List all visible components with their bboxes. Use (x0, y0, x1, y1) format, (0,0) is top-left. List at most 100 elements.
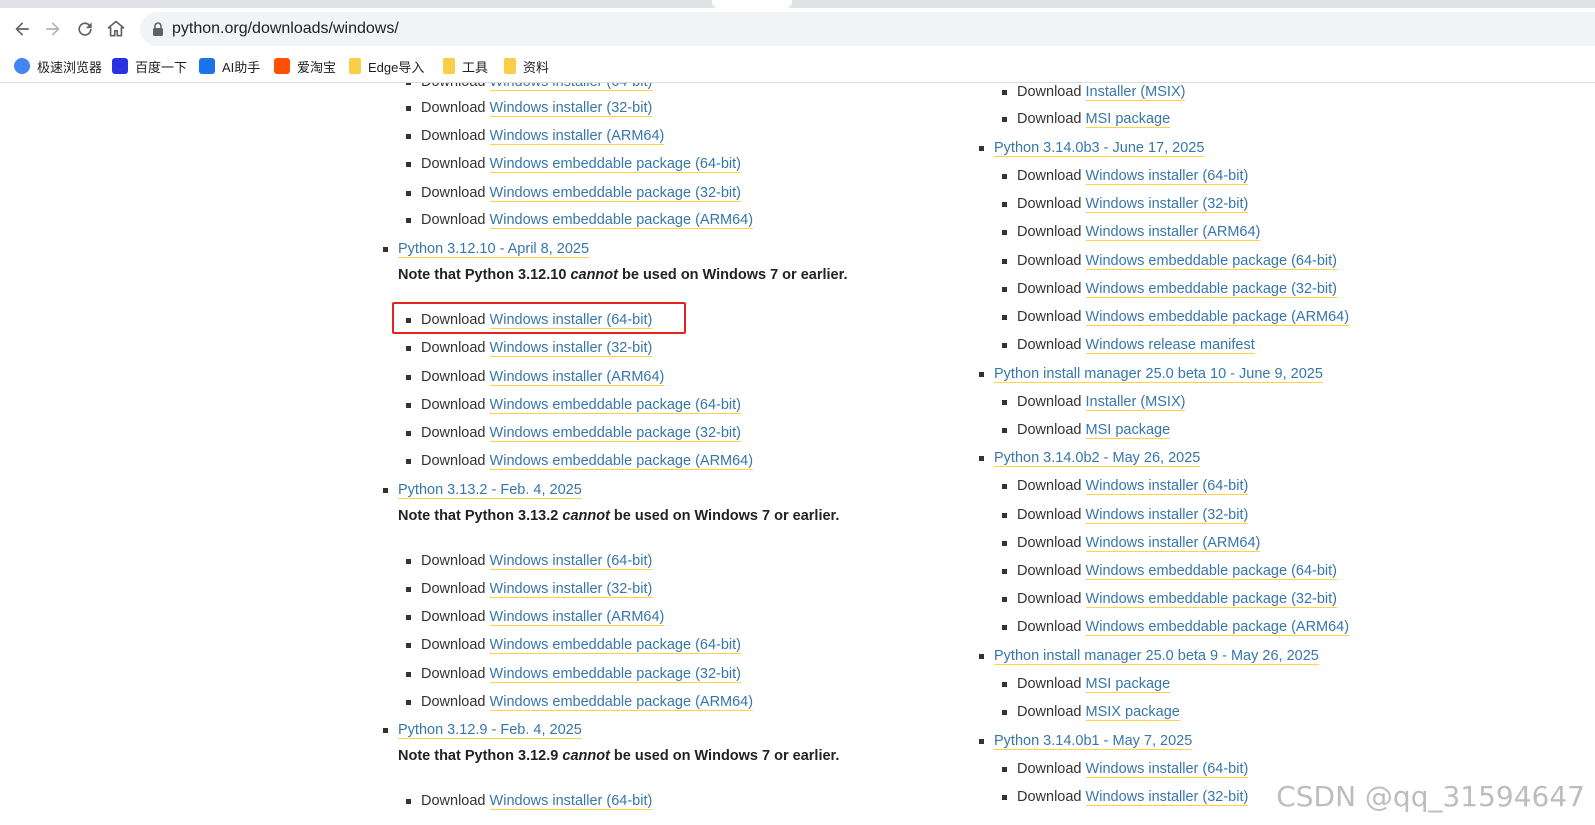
bookmark-label: 资料 (523, 59, 550, 75)
note-text: Note that Python 3.12.9 (398, 748, 563, 764)
download-label: Download (1017, 394, 1082, 410)
download-link[interactable]: Windows installer (32-bit) (1085, 789, 1249, 806)
bullet-icon (406, 218, 411, 223)
download-link[interactable]: Installer (MSIX) (1085, 84, 1186, 101)
bookmark-item[interactable]: 资料 (504, 50, 549, 82)
bullet-icon (406, 700, 411, 705)
download-link[interactable]: Windows installer (32-bit) (489, 581, 653, 598)
download-link[interactable]: Windows embeddable package (32-bit) (1085, 281, 1338, 298)
release-link[interactable]: Python install manager 25.0 beta 10 - Ju… (994, 366, 1323, 383)
download-link[interactable]: Windows release manifest (1085, 337, 1255, 354)
download-link[interactable]: Windows installer (ARM64) (489, 128, 665, 145)
download-link[interactable]: Windows installer (32-bit) (489, 340, 653, 357)
download-item: Download MSI package (1002, 421, 1171, 439)
download-link[interactable]: Windows installer (32-bit) (489, 100, 653, 117)
forward-button[interactable] (41, 17, 65, 41)
download-link[interactable]: MSIX package (1085, 704, 1180, 721)
download-link[interactable]: Windows installer (ARM64) (489, 609, 665, 626)
address-bar[interactable]: python.org/downloads/windows/ (140, 12, 1595, 46)
bookmark-item[interactable]: Edge导入 (349, 50, 424, 82)
active-tab[interactable] (712, 0, 792, 8)
download-link[interactable]: Windows installer (64-bit) (489, 793, 653, 810)
bookmark-item[interactable]: 极速浏览器 (14, 50, 102, 82)
bookmark-label: Edge导入 (368, 59, 425, 75)
download-label: Download (1017, 535, 1082, 551)
download-link[interactable]: Windows installer (ARM64) (1085, 224, 1261, 241)
download-link[interactable]: Windows installer (64-bit) (489, 553, 653, 570)
download-link[interactable]: Windows embeddable package (32-bit) (489, 185, 742, 202)
download-label: Download (1017, 111, 1082, 127)
download-label: Download (421, 128, 486, 144)
bookmark-item[interactable]: 工具 (443, 50, 488, 82)
folder-icon (443, 58, 455, 74)
bullet-icon (1002, 767, 1007, 772)
download-link[interactable]: Windows embeddable package (ARM64) (489, 212, 754, 229)
download-label: Download (1017, 761, 1082, 777)
download-label: Download (1017, 337, 1082, 353)
download-link[interactable]: Windows installer (64-bit) (1085, 478, 1249, 495)
url-text[interactable]: python.org/downloads/windows/ (172, 12, 399, 46)
download-link[interactable]: Windows installer (64-bit) (1085, 168, 1249, 185)
download-link[interactable]: Windows installer (ARM64) (1085, 535, 1261, 552)
download-link[interactable]: Windows installer (64-bit) (1085, 761, 1249, 778)
download-item: Download Windows installer (32-bit) (1002, 195, 1249, 213)
download-label: Download (421, 397, 486, 413)
download-item: Download Windows installer (ARM64) (1002, 534, 1261, 552)
release-link[interactable]: Python 3.14.0b2 - May 26, 2025 (994, 450, 1201, 467)
download-link[interactable]: Windows embeddable package (ARM64) (489, 453, 754, 470)
bullet-icon (1002, 343, 1007, 348)
bullet-icon (406, 134, 411, 139)
download-link[interactable]: Windows embeddable package (64-bit) (489, 156, 742, 173)
bullet-icon (406, 643, 411, 648)
download-link[interactable]: Windows embeddable package (64-bit) (1085, 253, 1338, 270)
download-label: Download (421, 100, 486, 116)
bullet-icon (979, 654, 984, 659)
download-link[interactable]: Windows embeddable package (ARM64) (1085, 619, 1350, 636)
download-item: Download Windows embeddable package (ARM… (1002, 308, 1350, 326)
bookmark-item[interactable]: 百度一下 (112, 50, 187, 82)
download-label: Download (421, 666, 486, 682)
download-item: Download Windows installer (64-bit) (406, 311, 653, 329)
download-link[interactable]: Windows installer (ARM64) (489, 369, 665, 386)
home-button[interactable] (104, 17, 128, 41)
download-item: Download Windows embeddable package (ARM… (406, 211, 754, 229)
tab-strip (0, 0, 1595, 8)
download-label: Download (421, 156, 486, 172)
download-link[interactable]: Windows embeddable package (64-bit) (489, 397, 742, 414)
download-link[interactable]: MSI package (1085, 111, 1171, 128)
download-label: Download (1017, 591, 1082, 607)
release-link[interactable]: Python 3.14.0b3 - June 17, 2025 (994, 140, 1205, 157)
download-link[interactable]: Windows installer (64-bit) (489, 312, 653, 329)
download-link[interactable]: Installer (MSIX) (1085, 394, 1186, 411)
download-link[interactable]: Windows embeddable package (64-bit) (489, 637, 742, 654)
download-link[interactable]: Windows embeddable package (32-bit) (489, 666, 742, 683)
bullet-icon (406, 431, 411, 436)
bullet-icon (383, 728, 388, 733)
download-link[interactable]: MSI package (1085, 676, 1171, 693)
download-label: Download (1017, 196, 1082, 212)
release-link[interactable]: Python 3.13.2 - Feb. 4, 2025 (398, 482, 582, 499)
download-item: Download Windows embeddable package (32-… (406, 424, 742, 442)
release-link[interactable]: Python 3.12.9 - Feb. 4, 2025 (398, 722, 582, 739)
bullet-icon (383, 488, 388, 493)
download-link[interactable]: MSI package (1085, 422, 1171, 439)
bookmark-item[interactable]: 爱淘宝 (274, 50, 336, 82)
release-link[interactable]: Python 3.14.0b1 - May 7, 2025 (994, 733, 1193, 750)
download-label: Download (421, 369, 486, 385)
download-label: Download (1017, 253, 1082, 269)
download-link[interactable]: Windows embeddable package (32-bit) (489, 425, 742, 442)
bullet-icon (406, 403, 411, 408)
download-link[interactable]: Windows installer (64-bit) (489, 83, 653, 91)
release-link[interactable]: Python 3.12.10 - April 8, 2025 (398, 241, 590, 258)
bullet-icon (406, 162, 411, 167)
release-link[interactable]: Python install manager 25.0 beta 9 - May… (994, 648, 1319, 665)
download-link[interactable]: Windows installer (32-bit) (1085, 507, 1249, 524)
download-link[interactable]: Windows embeddable package (64-bit) (1085, 563, 1338, 580)
download-link[interactable]: Windows embeddable package (32-bit) (1085, 591, 1338, 608)
back-button[interactable] (10, 17, 34, 41)
download-link[interactable]: Windows installer (32-bit) (1085, 196, 1249, 213)
reload-button[interactable] (73, 17, 97, 41)
bookmark-item[interactable]: AI助手 (199, 50, 260, 82)
download-link[interactable]: Windows embeddable package (ARM64) (489, 694, 754, 711)
download-link[interactable]: Windows embeddable package (ARM64) (1085, 309, 1350, 326)
